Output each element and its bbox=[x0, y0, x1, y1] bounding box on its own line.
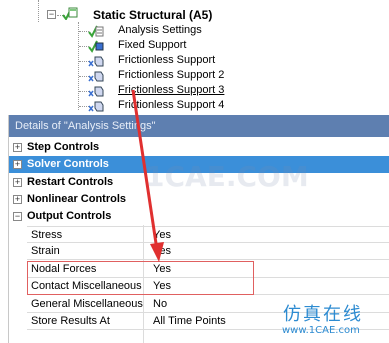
frictionless-support-icon bbox=[88, 86, 104, 97]
property-name: Store Results At bbox=[31, 315, 110, 327]
expand-icon[interactable]: + bbox=[13, 143, 22, 152]
group-label: Solver Controls bbox=[27, 158, 109, 170]
details-title: Details of "Analysis Settings" bbox=[9, 115, 389, 137]
property-name: Stress bbox=[31, 229, 63, 241]
watermark-url: www.1CAE.com bbox=[282, 325, 360, 336]
group-label: Restart Controls bbox=[27, 176, 114, 188]
group-label: Output Controls bbox=[27, 210, 112, 222]
tree-item-label: Frictionless Support 4 bbox=[118, 99, 225, 111]
property-name: Strain bbox=[31, 245, 60, 257]
property-row[interactable]: Stress Yes bbox=[27, 226, 389, 243]
group-nonlinear-controls[interactable]: + Nonlinear Controls bbox=[9, 191, 389, 208]
tree-item-label: Frictionless Support 3 bbox=[118, 84, 225, 96]
analysis-settings-icon bbox=[88, 25, 104, 38]
tree-item-label: Analysis Settings bbox=[118, 24, 202, 36]
frictionless-support-icon bbox=[88, 56, 104, 67]
watermark-brand: 仿真在线 bbox=[283, 304, 363, 325]
group-step-controls[interactable]: + Step Controls bbox=[9, 139, 389, 156]
fixed-support-icon bbox=[88, 40, 104, 53]
outline-tree: − Static Structural (A5) Analysis Settin… bbox=[0, 0, 389, 112]
tree-item-label: Fixed Support bbox=[118, 39, 187, 51]
property-name: General Miscellaneous bbox=[31, 298, 143, 310]
tree-connector bbox=[38, 0, 39, 22]
group-label: Nonlinear Controls bbox=[27, 193, 127, 205]
expand-icon[interactable]: + bbox=[13, 195, 22, 204]
frictionless-support-icon bbox=[88, 101, 104, 112]
expand-icon[interactable]: + bbox=[13, 178, 22, 187]
property-value[interactable]: All Time Points bbox=[153, 313, 226, 330]
tree-connector bbox=[78, 22, 79, 110]
watermark-center: 1CAE.COM bbox=[145, 160, 309, 193]
group-label: Step Controls bbox=[27, 141, 100, 153]
property-row[interactable]: Strain Yes bbox=[27, 243, 389, 260]
tree-item-label: Frictionless Support bbox=[118, 54, 216, 66]
collapse-toggle[interactable]: − bbox=[47, 10, 56, 19]
property-value[interactable]: No bbox=[153, 296, 167, 313]
property-value[interactable]: Yes bbox=[153, 243, 171, 260]
expand-icon[interactable]: + bbox=[13, 160, 22, 169]
property-value[interactable]: Yes bbox=[153, 227, 171, 244]
highlight-box bbox=[27, 261, 254, 295]
tree-root-label[interactable]: Static Structural (A5) bbox=[93, 8, 212, 22]
group-output-controls[interactable]: − Output Controls bbox=[9, 208, 389, 225]
collapse-icon[interactable]: − bbox=[13, 212, 22, 221]
frictionless-support-icon bbox=[88, 71, 104, 82]
static-structural-icon bbox=[62, 7, 78, 20]
tree-item-label: Frictionless Support 2 bbox=[118, 69, 225, 81]
